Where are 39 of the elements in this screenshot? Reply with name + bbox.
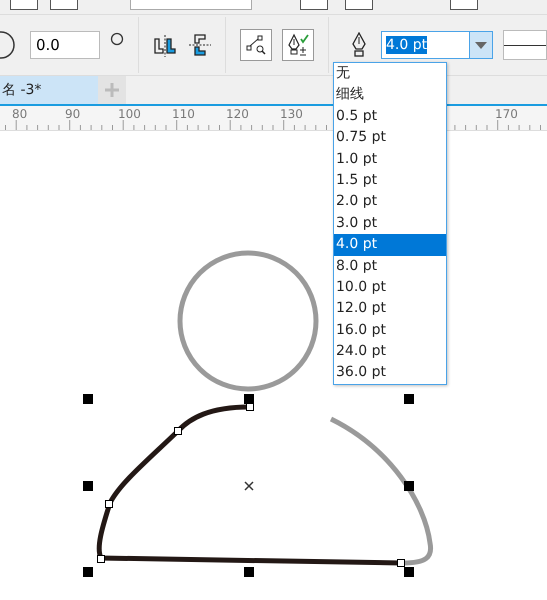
ruler-label: 170 (495, 107, 518, 121)
ruler-label: 130 (280, 107, 303, 121)
node-zoom-button[interactable] (240, 29, 272, 61)
outline-width-option[interactable]: 16.0 pt (334, 320, 446, 342)
outline-width-option[interactable]: 1.5 pt (334, 170, 446, 192)
pen-check-icon (286, 33, 310, 57)
outline-width-option[interactable]: 0.75 pt (334, 127, 446, 149)
outline-width-option[interactable]: 无 (334, 63, 446, 84)
mirror-vertical-icon[interactable] (187, 33, 211, 57)
node-search-icon (245, 34, 267, 56)
circle-icon[interactable] (110, 32, 124, 46)
line-style-field[interactable] (503, 30, 547, 60)
selection-handles[interactable] (83, 394, 414, 577)
ruler-label: 120 (226, 107, 249, 121)
ruler-label: 80 (12, 107, 28, 121)
plus-icon (104, 82, 120, 98)
outline-width-option[interactable]: 12.0 pt (334, 298, 446, 320)
outline-width-option[interactable]: 4.0 pt (334, 234, 446, 256)
dropdown-caret-icon (475, 42, 487, 48)
outline-width-value: 4.0 pt (386, 36, 428, 54)
pen-check-button[interactable] (282, 29, 314, 61)
document-tab[interactable]: 名 -3* (0, 76, 98, 104)
outline-width-option[interactable]: 10.0 pt (334, 276, 446, 298)
mirror-horizontal-icon[interactable] (153, 33, 177, 57)
outline-width-option[interactable]: 细线 (334, 84, 446, 106)
pen-nib-icon (351, 32, 367, 58)
outline-width-option[interactable]: 36.0 pt (334, 362, 446, 384)
outline-width-option[interactable]: 24.0 pt (334, 341, 446, 362)
outline-width-dropdown[interactable]: 4.0 pt (381, 31, 493, 59)
outline-width-option[interactable]: 3.0 pt (334, 212, 446, 234)
outline-width-option[interactable]: 8.0 pt (334, 256, 446, 277)
ruler-label: 100 (118, 107, 141, 121)
ruler-label: 90 (65, 107, 80, 121)
corner-radius-field[interactable]: 0.0 (30, 31, 100, 59)
ruler-label: 110 (172, 107, 195, 121)
outline-width-option[interactable]: 1.0 pt (334, 148, 446, 170)
outline-width-option[interactable]: 0.5 pt (334, 106, 446, 128)
outline-width-option[interactable]: 2.0 pt (334, 191, 446, 213)
center-mark (244, 481, 254, 491)
